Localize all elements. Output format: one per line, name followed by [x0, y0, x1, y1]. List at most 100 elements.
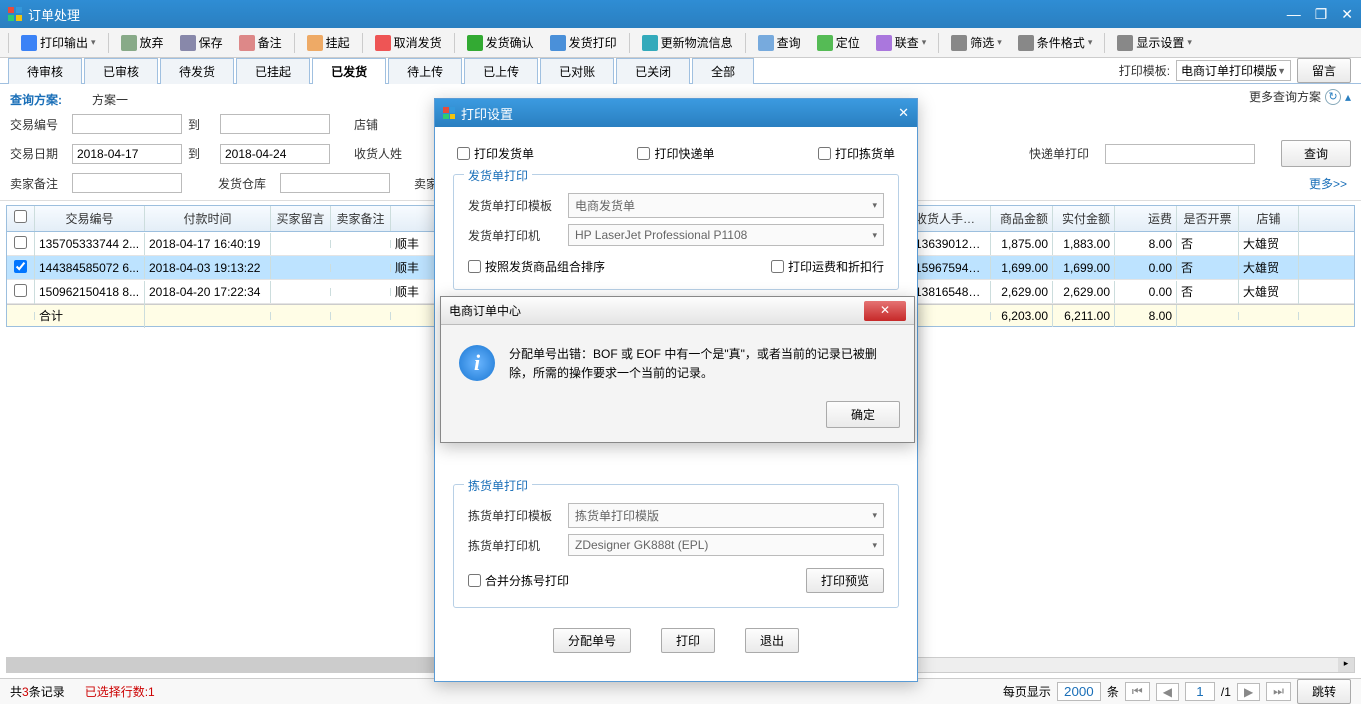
col-header[interactable]: 运费	[1115, 206, 1177, 231]
main-toolbar: 打印输出 ▾ 放弃保存备注挂起取消发货发货确认发货打印更新物流信息查询定位联查 ▾…	[0, 28, 1361, 58]
tab-全部[interactable]: 全部	[692, 58, 754, 84]
toolbar-挂起[interactable]: 挂起	[301, 31, 356, 54]
input-date-to[interactable]	[220, 144, 330, 164]
input-warehouse[interactable]	[280, 173, 390, 193]
titlebar: 订单处理 — ❐ ✕	[0, 0, 1361, 28]
print-button[interactable]: 打印	[661, 628, 715, 653]
more-search-plans[interactable]: 更多查询方案	[1249, 88, 1321, 105]
print-dialog-close-icon[interactable]: ✕	[898, 105, 909, 121]
delivery-tpl-label: 发货单打印模板	[468, 197, 558, 214]
info-icon: i	[459, 345, 495, 381]
tab-已挂起[interactable]: 已挂起	[236, 58, 310, 84]
input-date-from[interactable]	[72, 144, 182, 164]
error-message: 分配单号出错：BOF 或 EOF 中有一个是"真"，或者当前的记录已被删除，所需…	[509, 345, 896, 383]
page-total: /1	[1221, 685, 1231, 699]
tab-待审核[interactable]: 待审核	[8, 58, 82, 84]
col-header[interactable]: 卖家备注	[331, 206, 391, 231]
delivery-printer-select[interactable]: HP LaserJet Professional P1108▾	[568, 224, 884, 246]
toolbar-查询[interactable]: 查询	[752, 31, 807, 54]
tab-已对账[interactable]: 已对账	[540, 58, 614, 84]
field-warehouse: 发货仓库	[218, 175, 274, 192]
page-current[interactable]	[1185, 682, 1215, 701]
message-button[interactable]: 留言	[1297, 58, 1351, 83]
tab-待发货[interactable]: 待发货	[160, 58, 234, 84]
error-close-icon[interactable]: ✕	[864, 301, 906, 321]
toolbar-联查[interactable]: 联查 ▾	[870, 31, 933, 54]
print-dialog-title: 打印设置	[461, 104, 898, 123]
tabs-row: 待审核已审核待发货已挂起已发货待上传已上传已对账已关闭全部 打印模板: 电商订单…	[0, 58, 1361, 84]
chk-sort-by-goods[interactable]: 按照发货商品组合排序	[468, 258, 605, 275]
jump-button[interactable]: 跳转	[1297, 679, 1351, 704]
print-preview-button[interactable]: 打印预览	[806, 568, 884, 593]
page-next[interactable]: ▶	[1237, 683, 1260, 701]
col-header[interactable]: 商品金额	[991, 206, 1053, 231]
maximize-icon[interactable]: ❐	[1315, 6, 1328, 23]
toolbar-条件格式[interactable]: 条件格式 ▾	[1012, 31, 1099, 54]
error-dialog-title: 电商订单中心	[449, 302, 521, 319]
col-header[interactable]: 付款时间	[145, 206, 271, 231]
col-header[interactable]	[7, 206, 35, 231]
input-trade-id-to[interactable]	[220, 114, 330, 134]
col-header[interactable]: 收货人手机号	[911, 206, 991, 231]
chk-print-picking[interactable]: 打印拣货单	[818, 145, 895, 162]
toolbar-更新物流信息[interactable]: 更新物流信息	[636, 31, 739, 54]
assign-number-button[interactable]: 分配单号	[553, 628, 631, 653]
toolbar-筛选[interactable]: 筛选 ▾	[945, 31, 1008, 54]
minimize-icon[interactable]: —	[1287, 6, 1301, 23]
toolbar-取消发货[interactable]: 取消发货	[369, 31, 448, 54]
field-seller-note: 卖家备注	[10, 175, 66, 192]
collapse-icon[interactable]: ▴	[1345, 90, 1351, 104]
toolbar-发货打印[interactable]: 发货打印	[544, 31, 623, 54]
more-link[interactable]: 更多>>	[1309, 175, 1347, 192]
tab-已审核[interactable]: 已审核	[84, 58, 158, 84]
exit-button[interactable]: 退出	[745, 628, 799, 653]
toolbar-发货确认[interactable]: 发货确认	[461, 31, 540, 54]
toolbar-打印输出[interactable]: 打印输出 ▾	[15, 31, 102, 54]
field-shop: 店铺	[354, 116, 404, 133]
page-first[interactable]: ⏮	[1125, 682, 1150, 701]
refresh-icon[interactable]: ↻	[1325, 89, 1341, 105]
close-icon[interactable]: ✕	[1341, 6, 1353, 23]
toolbar-放弃[interactable]: 放弃	[115, 31, 170, 54]
window-title: 订单处理	[28, 5, 1287, 24]
tab-已发货[interactable]: 已发货	[312, 58, 386, 84]
field-express-print: 快递单打印	[1029, 145, 1099, 162]
chk-merge-picking[interactable]: 合并分拣号打印	[468, 568, 569, 593]
toolbar-保存[interactable]: 保存	[174, 31, 229, 54]
toolbar-显示设置[interactable]: 显示设置 ▾	[1111, 31, 1198, 54]
label-to: 到	[188, 116, 214, 133]
total-count: 3	[22, 685, 29, 699]
tab-已关闭[interactable]: 已关闭	[616, 58, 690, 84]
toolbar-定位[interactable]: 定位	[811, 31, 866, 54]
toolbar-备注[interactable]: 备注	[233, 31, 288, 54]
per-page-input[interactable]	[1057, 682, 1101, 701]
print-template-select[interactable]: 电商订单打印模版▼	[1176, 60, 1291, 81]
col-header[interactable]: 实付金额	[1053, 206, 1115, 231]
col-header[interactable]: 买家留言	[271, 206, 331, 231]
unit-label: 条	[1107, 683, 1119, 700]
page-last[interactable]: ⏭	[1266, 682, 1291, 701]
delivery-print-group: 发货单打印 发货单打印模板 电商发货单▾ 发货单打印机 HP LaserJet …	[453, 174, 899, 290]
col-header[interactable]: 是否开票	[1177, 206, 1239, 231]
col-header[interactable]: 店铺	[1239, 206, 1299, 231]
label-to-2: 到	[188, 145, 214, 162]
delivery-tpl-select[interactable]: 电商发货单▾	[568, 193, 884, 218]
tab-待上传[interactable]: 待上传	[388, 58, 462, 84]
chk-print-express[interactable]: 打印快递单	[637, 145, 714, 162]
error-ok-button[interactable]: 确定	[826, 401, 900, 428]
search-plan-value[interactable]: 方案一	[92, 91, 128, 108]
input-trade-id[interactable]	[72, 114, 182, 134]
query-button[interactable]: 查询	[1281, 140, 1351, 167]
field-trade-date: 交易日期	[10, 145, 66, 162]
chk-print-fee-discount[interactable]: 打印运费和折扣行	[771, 258, 884, 275]
page-prev[interactable]: ◀	[1156, 683, 1179, 701]
total-suf: 条记录	[29, 683, 65, 700]
picking-printer-select[interactable]: ZDesigner GK888t (EPL)▾	[568, 534, 884, 556]
tab-已上传[interactable]: 已上传	[464, 58, 538, 84]
delivery-legend: 发货单打印	[464, 167, 532, 184]
input-express-print[interactable]	[1105, 144, 1255, 164]
col-header[interactable]: 交易编号	[35, 206, 145, 231]
chk-print-delivery[interactable]: 打印发货单	[457, 145, 534, 162]
input-seller-note[interactable]	[72, 173, 182, 193]
picking-tpl-select[interactable]: 拣货单打印模版▾	[568, 503, 884, 528]
